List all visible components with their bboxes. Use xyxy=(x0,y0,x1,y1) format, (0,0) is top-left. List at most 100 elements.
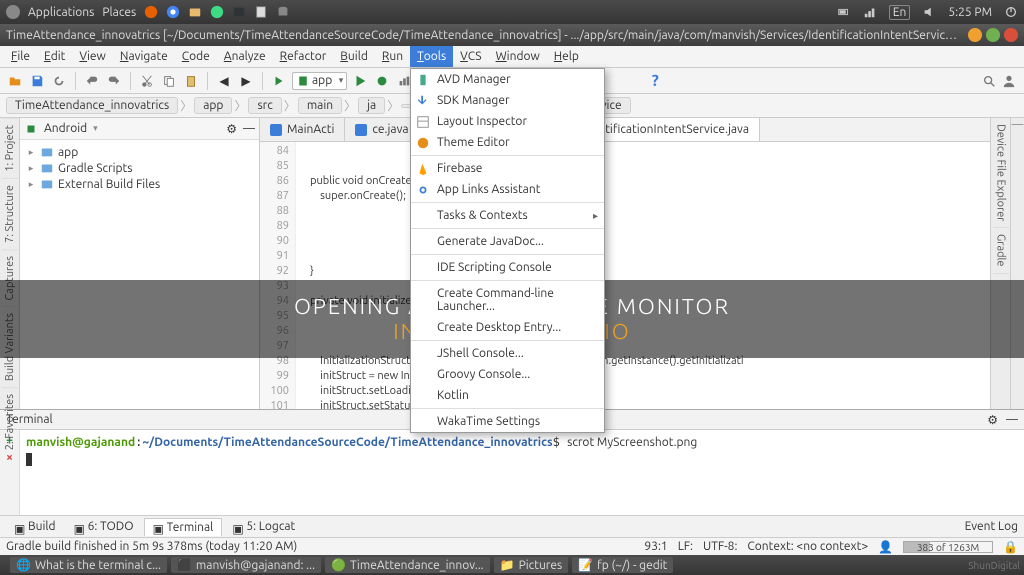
taskbar-item[interactable]: ⬛manvish@gajanand: ... xyxy=(171,557,321,573)
help-icon[interactable]: ? xyxy=(646,72,664,90)
database-icon[interactable] xyxy=(276,5,290,19)
tools-menu-item[interactable]: Layout Inspector xyxy=(411,111,604,132)
taskbar-item[interactable]: 📝fp (~/) - gedit xyxy=(572,557,673,573)
side-tab-build-variants[interactable]: Build Variants xyxy=(2,306,18,387)
search-icon[interactable] xyxy=(982,74,996,88)
debug-icon[interactable] xyxy=(373,72,391,90)
gedit-icon[interactable] xyxy=(254,5,268,19)
project-settings-icon[interactable]: ⚙ xyxy=(226,122,237,136)
menu-analyze[interactable]: Analyze xyxy=(217,46,273,67)
open-icon[interactable] xyxy=(6,72,24,90)
network-icon[interactable] xyxy=(863,5,877,19)
menu-window[interactable]: Window xyxy=(489,46,547,67)
side-tab-captures[interactable]: Captures xyxy=(2,249,18,306)
collapse-icon[interactable]: — xyxy=(243,122,255,136)
build-icon[interactable] xyxy=(270,72,288,90)
tree-node[interactable]: ▸Gradle Scripts xyxy=(26,160,253,176)
bottom-tab-5-logcat[interactable]: ▣ 5: Logcat xyxy=(224,518,303,536)
breadcrumb-item[interactable]: TimeAttendance_innovatrics xyxy=(6,97,178,114)
volume-icon[interactable] xyxy=(922,5,936,19)
event-log-tab[interactable]: Event Log xyxy=(965,520,1018,533)
clock[interactable]: 5:25 PM xyxy=(948,6,992,19)
editor-tab[interactable]: ce.java xyxy=(345,118,419,141)
bottom-tab-build[interactable]: ▣ Build xyxy=(6,518,64,536)
android-studio-icon[interactable] xyxy=(210,5,224,19)
tools-menu-item[interactable]: Kotlin xyxy=(411,385,604,406)
tools-menu-item[interactable]: IDE Scripting Console xyxy=(411,257,604,278)
memory-indicator[interactable]: 383 of 1263M xyxy=(903,541,993,553)
firefox-icon[interactable] xyxy=(144,5,158,19)
side-tab-7-structure[interactable]: 7: Structure xyxy=(2,178,18,249)
user-icon[interactable] xyxy=(1000,72,1018,90)
redo-icon[interactable] xyxy=(105,72,123,90)
terminal-launcher-icon[interactable] xyxy=(232,5,246,19)
run-icon[interactable] xyxy=(351,72,369,90)
places-menu[interactable]: Places xyxy=(102,6,136,19)
side-tab-gradle[interactable]: Gradle xyxy=(993,228,1009,274)
tree-node[interactable]: ▸External Build Files xyxy=(26,176,253,192)
tools-menu-item[interactable]: AVD Manager xyxy=(411,69,604,90)
sync-icon[interactable] xyxy=(50,72,68,90)
power-icon[interactable] xyxy=(1004,5,1018,19)
menu-view[interactable]: View xyxy=(72,46,112,67)
breadcrumb-item[interactable]: app xyxy=(194,97,232,114)
side-tab-2-favorites[interactable]: 2: Favorites xyxy=(2,387,18,456)
run-config-selector[interactable]: app xyxy=(292,72,347,90)
tools-menu-item[interactable]: Create Command-line Launcher... xyxy=(411,283,604,317)
tools-menu-item[interactable]: JShell Console... xyxy=(411,343,604,364)
side-tab-device-file-explorer[interactable]: Device File Explorer xyxy=(993,118,1009,228)
menu-build[interactable]: Build xyxy=(333,46,375,67)
tools-menu-item[interactable]: Groovy Console... xyxy=(411,364,604,385)
tools-menu-item[interactable]: Theme Editor xyxy=(411,132,604,153)
menu-help[interactable]: Help xyxy=(547,46,586,67)
file-encoding[interactable]: UTF-8: xyxy=(703,540,737,553)
terminal-output[interactable]: manvish@gajanand:~/Documents/TimeAttenda… xyxy=(20,430,1024,515)
breadcrumb-item[interactable]: main xyxy=(298,97,342,114)
inspection-icon[interactable]: 👤 xyxy=(878,540,893,554)
cut-icon[interactable] xyxy=(138,72,156,90)
editor-tab[interactable]: MainActi xyxy=(260,118,345,141)
tools-menu-item[interactable]: WakaTime Settings xyxy=(411,411,604,432)
tools-menu-item[interactable]: Create Desktop Entry... xyxy=(411,317,604,338)
context-indicator[interactable]: Context: <no context> xyxy=(747,540,868,553)
breadcrumb-item[interactable]: src xyxy=(248,97,281,114)
terminal-settings-icon[interactable]: ⚙ xyxy=(987,413,998,427)
bottom-tab-6-todo[interactable]: ▣ 6: TODO xyxy=(66,518,142,536)
taskbar-item[interactable]: 🟢TimeAttendance_innov... xyxy=(325,557,490,573)
files-icon[interactable] xyxy=(188,5,202,19)
minimize-button[interactable] xyxy=(968,28,982,42)
applications-menu[interactable]: Applications xyxy=(28,6,94,19)
tree-node[interactable]: ▸app xyxy=(26,144,253,160)
tools-dropdown-menu[interactable]: AVD ManagerSDK ManagerLayout InspectorTh… xyxy=(410,68,605,433)
menu-run[interactable]: Run xyxy=(375,46,410,67)
project-view-selector[interactable]: Android xyxy=(44,122,87,135)
tools-menu-item[interactable]: Generate JavaDoc... xyxy=(411,231,604,252)
menu-code[interactable]: Code xyxy=(175,46,217,67)
bottom-tab-terminal[interactable]: ▣ Terminal xyxy=(144,518,223,536)
menu-tools[interactable]: Tools xyxy=(410,46,453,67)
side-tab-1-project[interactable]: 1: Project xyxy=(2,118,18,178)
menu-file[interactable]: File xyxy=(4,46,37,67)
battery-icon[interactable] xyxy=(837,5,851,19)
paste-icon[interactable] xyxy=(182,72,200,90)
forward-icon[interactable]: ▶ xyxy=(237,72,255,90)
undo-icon[interactable] xyxy=(83,72,101,90)
tools-menu-item[interactable]: Firebase xyxy=(411,158,604,179)
tools-menu-item[interactable]: SDK Manager xyxy=(411,90,604,111)
menu-refactor[interactable]: Refactor xyxy=(273,46,334,67)
menu-edit[interactable]: Edit xyxy=(37,46,72,67)
terminal-hide-icon[interactable]: — xyxy=(1006,413,1018,427)
keyboard-language[interactable]: En xyxy=(889,5,911,20)
lock-icon[interactable]: 🔒 xyxy=(1003,540,1018,554)
project-tree[interactable]: ▸app▸Gradle Scripts▸External Build Files xyxy=(20,140,259,196)
close-button[interactable] xyxy=(1004,28,1018,42)
maximize-button[interactable] xyxy=(986,28,1000,42)
tools-menu-item[interactable]: Tasks & Contexts xyxy=(411,205,604,226)
copy-icon[interactable] xyxy=(160,72,178,90)
tools-menu-item[interactable]: App Links Assistant xyxy=(411,179,604,200)
back-icon[interactable]: ◀ xyxy=(215,72,233,90)
code-editor[interactable]: 84 85 86 87 88 89 90 91 92 93 94 95 96 9… xyxy=(260,142,990,409)
breadcrumb-item[interactable]: ja xyxy=(358,97,385,114)
save-icon[interactable] xyxy=(28,72,46,90)
menu-vcs[interactable]: VCS xyxy=(453,46,488,67)
